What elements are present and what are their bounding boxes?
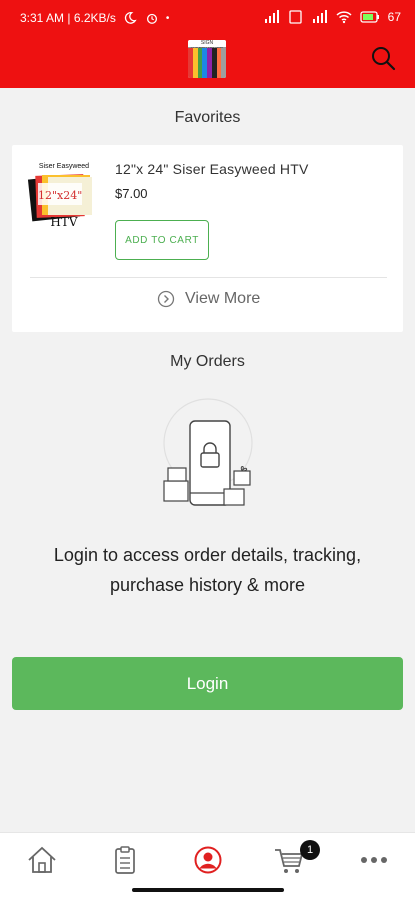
chevron-right-circle-icon xyxy=(157,290,175,308)
add-to-cart-button[interactable]: ADD TO CART xyxy=(115,220,209,260)
cart-count-badge: 1 xyxy=(300,840,320,860)
orders-title: My Orders xyxy=(170,353,245,370)
account-icon xyxy=(194,846,222,874)
product-price: $7.00 xyxy=(115,186,148,201)
home-indicator[interactable] xyxy=(132,888,284,892)
view-more-link[interactable]: View More xyxy=(157,290,260,308)
logo-text: SIGN WAREHOUSE xyxy=(188,40,226,53)
divider xyxy=(30,277,387,278)
moon-icon xyxy=(124,12,137,24)
thumb-size: 12"x24" xyxy=(38,189,83,202)
nav-orders[interactable] xyxy=(108,843,142,877)
nav-more[interactable] xyxy=(357,843,391,877)
login-button[interactable]: Login xyxy=(12,657,403,710)
home-icon xyxy=(28,846,56,873)
nav-home[interactable] xyxy=(25,843,59,877)
product-thumbnail[interactable]: Siser Easyweed 12"x24" HTV xyxy=(26,163,102,231)
battery-icon xyxy=(359,11,379,23)
status-time: 3:31 AM | 6.2KB/s xyxy=(20,11,116,25)
signal-icon-2 xyxy=(312,10,327,23)
app-header: 3:31 AM | 6.2KB/s • 67 SIGN WAREHOUSE xyxy=(0,0,415,88)
login-message: Login to access order details, tracking,… xyxy=(53,545,362,595)
favorites-title: Favorites xyxy=(174,109,241,126)
signal-icon xyxy=(264,10,279,23)
view-more-label: View More xyxy=(185,290,261,307)
thumb-brand: Siser Easyweed xyxy=(38,163,90,170)
clipboard-icon xyxy=(115,846,135,874)
logo-stripes xyxy=(188,48,226,78)
more-icon xyxy=(361,857,387,863)
battery-level: 67 xyxy=(387,10,401,24)
search-icon[interactable] xyxy=(370,45,396,71)
favorites-card: Siser Easyweed 12"x24" HTV 12"x 24" Sise… xyxy=(12,145,403,332)
status-bar: 3:31 AM | 6.2KB/s • 67 xyxy=(0,0,415,36)
sim-icon xyxy=(288,10,302,24)
locked-phone-icon xyxy=(163,398,253,506)
thumb-type: HTV xyxy=(50,215,78,229)
alarm-icon xyxy=(146,13,157,24)
dot-icon: • xyxy=(165,12,170,24)
nav-account[interactable] xyxy=(191,843,225,877)
product-name[interactable]: 12"x 24" Siser Easyweed HTV xyxy=(115,161,309,177)
wifi-icon xyxy=(336,11,352,24)
store-logo[interactable]: SIGN WAREHOUSE xyxy=(188,40,226,78)
